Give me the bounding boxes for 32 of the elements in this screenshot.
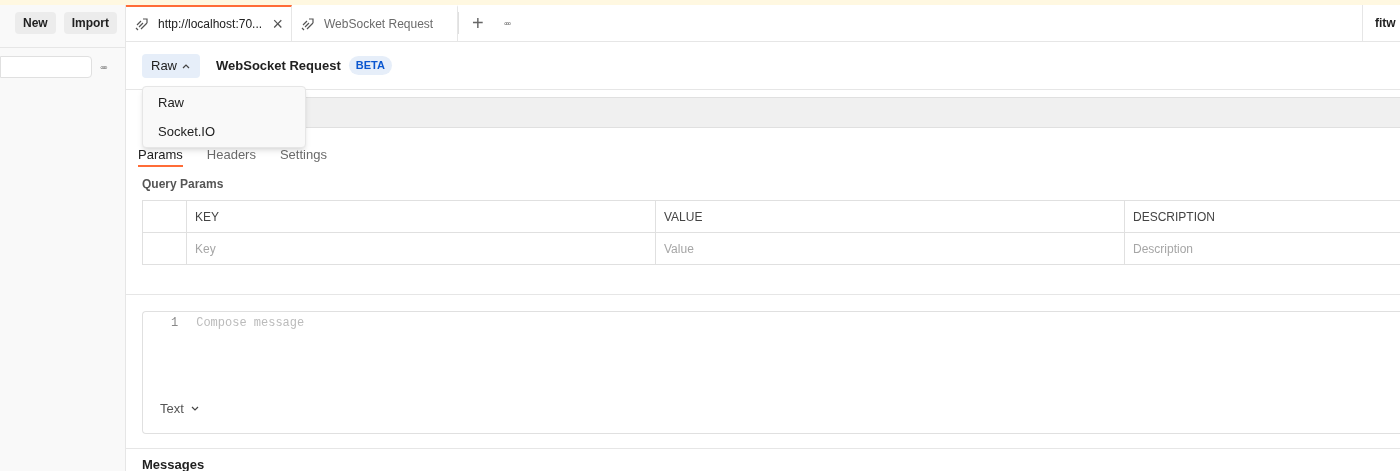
sidebar-button[interactable]: New bbox=[14, 12, 56, 34]
request-tab[interactable]: http://localhost:70... × bbox=[126, 5, 292, 41]
format-dropdown[interactable]: Text bbox=[160, 398, 200, 418]
section-tab[interactable]: Settings bbox=[279, 144, 327, 167]
tab-label: http://localhost:70... bbox=[158, 16, 263, 33]
menu-item[interactable]: Socket.IO bbox=[143, 117, 305, 146]
more-button[interactable]: ◦◦◦ bbox=[503, 14, 510, 32]
close-icon[interactable]: × bbox=[272, 15, 283, 33]
sidebar-button[interactable]: Import bbox=[63, 12, 117, 34]
workspace-label: fitw bbox=[1375, 15, 1396, 32]
mode-dropdown[interactable]: Raw bbox=[142, 53, 200, 78]
add-tab-button[interactable]: + bbox=[472, 13, 484, 33]
messages-title: Messages bbox=[142, 457, 205, 471]
tab-label: WebSocket Request bbox=[324, 16, 434, 33]
section-tab[interactable]: Headers bbox=[206, 144, 256, 167]
section-title: Query Params bbox=[142, 176, 224, 193]
beta-badge: BETA bbox=[348, 56, 392, 75]
socket-icon bbox=[300, 16, 316, 32]
menu-item[interactable]: Raw bbox=[143, 88, 305, 117]
socket-icon bbox=[134, 16, 150, 32]
message-editor[interactable]: 1 Compose message Text bbox=[142, 311, 1400, 434]
request-title: WebSocket Request bbox=[216, 56, 341, 75]
column-header: DESCRIPTION bbox=[1132, 208, 1216, 226]
line-number: 1 bbox=[171, 315, 179, 332]
table-input[interactable]: Value bbox=[656, 233, 1125, 264]
table-input[interactable]: Key bbox=[187, 233, 656, 264]
more-button[interactable]: ◦◦◦ bbox=[100, 58, 106, 76]
search-field[interactable] bbox=[0, 56, 92, 78]
compose-placeholder: Compose message bbox=[196, 315, 305, 332]
column-header: VALUE bbox=[656, 201, 1125, 232]
column-header: KEY bbox=[187, 201, 656, 232]
table-input[interactable]: Description bbox=[1125, 233, 1400, 264]
